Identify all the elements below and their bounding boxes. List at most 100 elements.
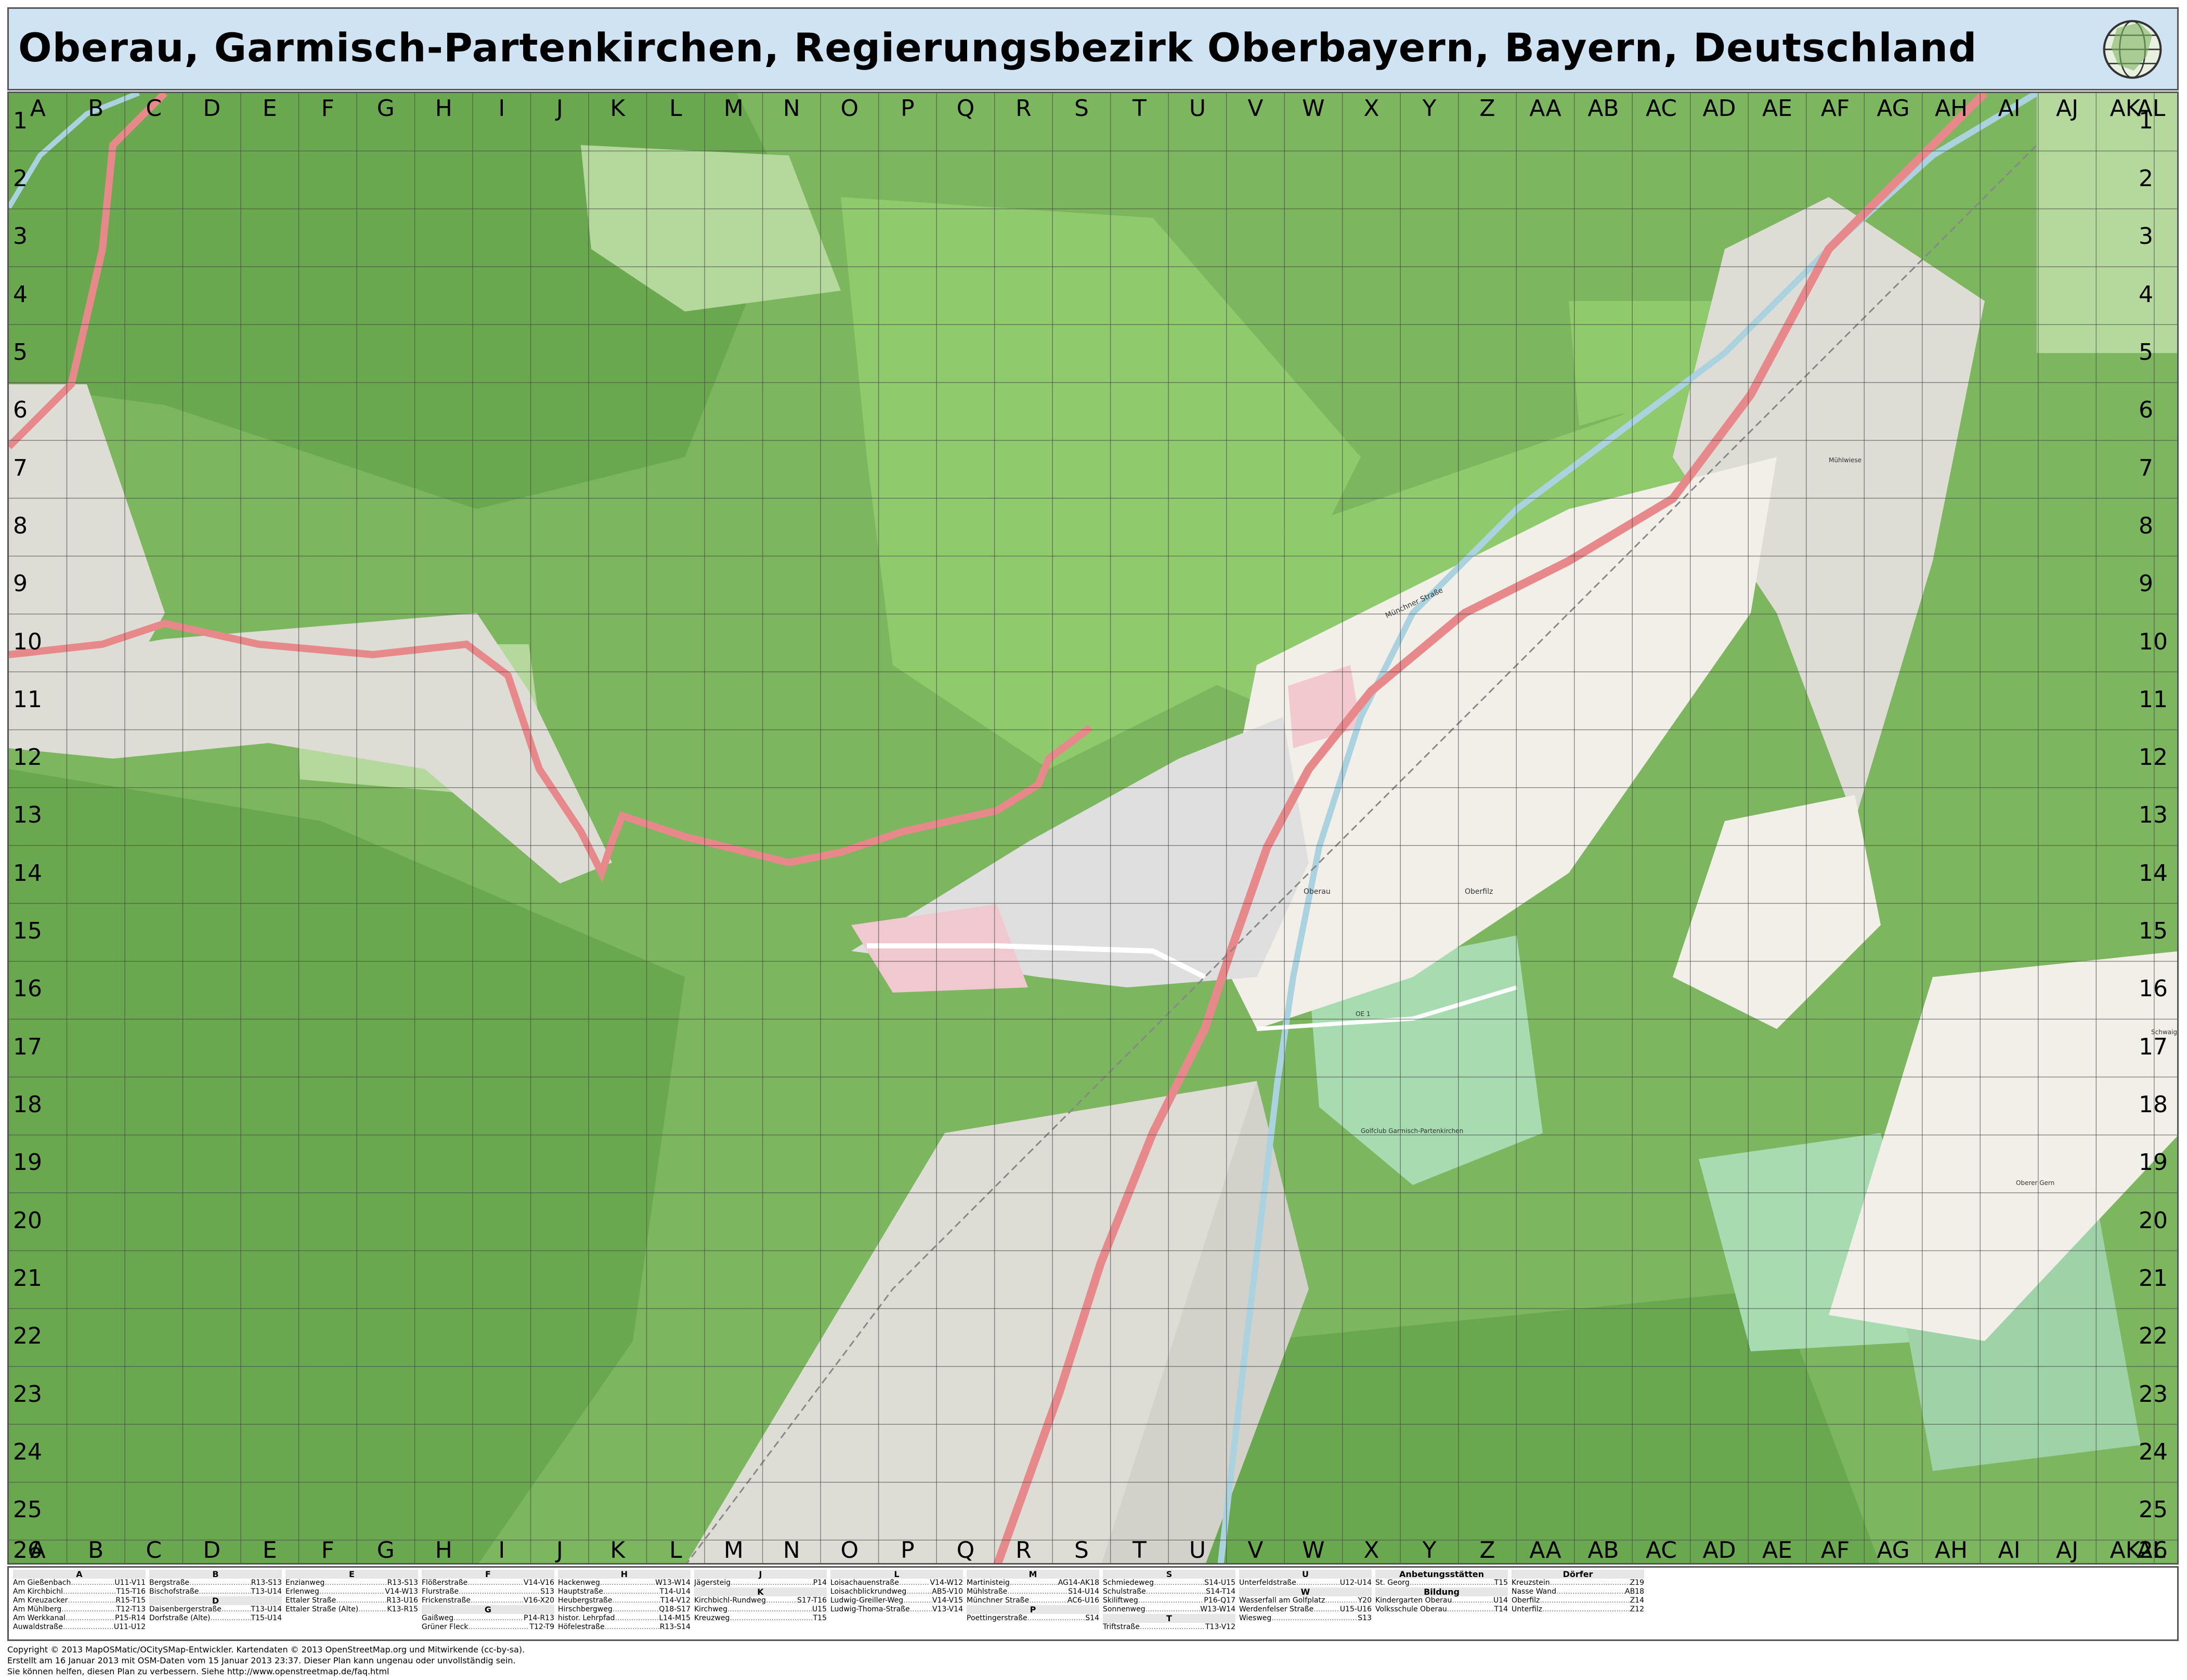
column-label: AF [1820, 1537, 1850, 1564]
index-entry[interactable]: Am Kreuzacker...........................… [13, 1596, 146, 1605]
index-entry[interactable]: Höfelestraße............................… [558, 1623, 691, 1632]
index-entry[interactable]: Loisachauenstraße.......................… [830, 1579, 963, 1587]
index-entry[interactable]: St. Georg...............................… [1375, 1579, 1508, 1587]
index-entry[interactable]: Daisenbergerstraße......................… [149, 1605, 282, 1614]
column-label: P [901, 1537, 915, 1564]
index-entry[interactable]: Jägersteig..............................… [694, 1579, 827, 1587]
index-entry[interactable]: Unterfilz...............................… [1512, 1605, 1644, 1614]
row-label: 22 [13, 1323, 42, 1350]
index-entry-leader: ........................................… [453, 1614, 524, 1622]
index-entry[interactable]: Heubergstraße...........................… [558, 1596, 691, 1605]
index-entry[interactable]: Kreuzweg................................… [694, 1614, 827, 1623]
index-entry[interactable]: Ettaler Straße (Alte)...................… [285, 1605, 418, 1614]
index-entry[interactable]: Ludwig-Thoma-Straße.....................… [830, 1605, 963, 1614]
index-entry-leader: ........................................… [727, 1605, 812, 1613]
index-entry[interactable]: Enzianweg...............................… [285, 1579, 418, 1587]
index-entry-square: Z14 [1630, 1596, 1644, 1605]
index-letter-heading: D [149, 1596, 282, 1605]
row-label: 15 [13, 918, 42, 945]
row-label: 10 [13, 628, 42, 655]
index-entry[interactable]: Kreuzstein..............................… [1512, 1579, 1644, 1587]
index-letter-heading: J [694, 1570, 827, 1579]
row-label: 21 [13, 1265, 42, 1292]
map-label-golf: Golfclub Garmisch-Partenkirchen [1361, 1127, 1463, 1135]
index-entry[interactable]: Hirschbergweg...........................… [558, 1605, 691, 1614]
index-entry-name: Kreuzstein [1512, 1579, 1550, 1587]
column-label: Z [1479, 95, 1495, 122]
index-entry[interactable]: Nasse Wand..............................… [1512, 1587, 1644, 1596]
index-entry[interactable]: Loisachblickrundweg.....................… [830, 1587, 963, 1596]
index-entry[interactable]: Frickenstraße...........................… [422, 1596, 554, 1605]
index-entry[interactable]: Dorfstraße (Alte).......................… [149, 1614, 282, 1623]
footer-created: Erstellt am 16 Januar 2013 mit OSM-Daten… [7, 1656, 516, 1665]
index-entry[interactable]: Flurstraße..............................… [422, 1587, 554, 1596]
index-entry-name: Werdenfelser Straße [1239, 1605, 1314, 1613]
index-entry[interactable]: Schulstraße.............................… [1103, 1587, 1235, 1596]
index-entry[interactable]: Am Kirchbichl...........................… [13, 1587, 146, 1596]
index-entry[interactable]: Münchner Straße.........................… [967, 1596, 1099, 1605]
index-entry[interactable]: Gaißweg.................................… [422, 1614, 554, 1623]
index-entry-leader: ........................................… [65, 1614, 115, 1622]
index-entry[interactable]: Ettaler Straße..........................… [285, 1596, 418, 1605]
index-entry[interactable]: Bergstraße..............................… [149, 1579, 282, 1587]
index-entry-name: Flößerstraße [422, 1579, 468, 1587]
index-entry-leader: ........................................… [1452, 1596, 1493, 1605]
index-entry-leader: ........................................… [612, 1605, 659, 1613]
index-entry[interactable]: Sonnenweg...............................… [1103, 1605, 1235, 1614]
index-entry[interactable]: Martinisteig............................… [967, 1579, 1099, 1587]
index-entry[interactable]: Bischofstraße...........................… [149, 1587, 282, 1596]
index-entry-name: Schulstraße [1103, 1587, 1146, 1596]
column-label: E [262, 95, 277, 122]
index-entry[interactable]: histor. Lehrpfad........................… [558, 1614, 691, 1623]
index-entry[interactable]: Wiesweg.................................… [1239, 1614, 1372, 1623]
index-entry[interactable]: Wasserfall am Golfplatz.................… [1239, 1596, 1372, 1605]
column-label: G [376, 95, 395, 122]
index-entry[interactable]: Auwaldstraße............................… [13, 1623, 146, 1632]
index-entry-square: S14-T14 [1206, 1587, 1235, 1596]
column-label: P [901, 95, 915, 122]
index-entry[interactable]: Kirchbichl-Rundweg......................… [694, 1596, 827, 1605]
street-index: AAm Gießenbach..........................… [7, 1566, 2179, 1641]
index-entry[interactable]: Werdenfelser Straße.....................… [1239, 1605, 1372, 1614]
index-column: UUnterfeldstraße........................… [1239, 1570, 1372, 1623]
index-entry-square: T14 [1494, 1605, 1508, 1613]
index-entry-square: P14 [813, 1579, 827, 1587]
column-label: AJ [2056, 95, 2079, 122]
map-canvas[interactable]: Oberau Münchner Straße Oberfilz Golfclub… [9, 93, 2179, 1565]
index-entry[interactable]: Ludwig-Greiller-Weg.....................… [830, 1596, 963, 1605]
index-entry-name: Kirchweg [694, 1605, 728, 1613]
index-entry[interactable]: Am Werkkanal............................… [13, 1614, 146, 1623]
index-entry-name: Daisenbergerstraße [149, 1605, 222, 1613]
index-entry-square: W13-W14 [655, 1579, 691, 1587]
index-entry-name: Hirschbergweg [558, 1605, 613, 1613]
index-entry[interactable]: Am Mühlberg.............................… [13, 1605, 146, 1614]
row-label: 5 [13, 338, 28, 366]
index-entry-square: U14 [1493, 1596, 1508, 1605]
index-entry[interactable]: Schmiedeweg.............................… [1103, 1579, 1235, 1587]
index-entry[interactable]: Oberfilz................................… [1512, 1596, 1644, 1605]
column-label: N [783, 95, 800, 122]
index-entry[interactable]: Flößerstraße............................… [422, 1579, 554, 1587]
column-label: X [1363, 95, 1379, 122]
index-entry-name: Kindergarten Oberau [1375, 1596, 1452, 1605]
column-label: O [840, 95, 859, 122]
column-label: B [88, 95, 104, 122]
map-area[interactable]: Oberau Münchner Straße Oberfilz Golfclub… [7, 92, 2179, 1565]
index-entry[interactable]: Volksschule Oberau......................… [1375, 1605, 1508, 1614]
index-entry[interactable]: Kindergarten Oberau.....................… [1375, 1596, 1508, 1605]
column-label: H [435, 1537, 452, 1564]
row-label: 7 [2139, 454, 2153, 481]
index-entry[interactable]: Skiliftweg..............................… [1103, 1596, 1235, 1605]
index-entry[interactable]: Erlenweg................................… [285, 1587, 418, 1596]
index-entry[interactable]: Unterfeldstraße.........................… [1239, 1579, 1372, 1587]
index-entry[interactable]: Kirchweg................................… [694, 1605, 827, 1614]
index-entry[interactable]: Hauptstraße.............................… [558, 1587, 691, 1596]
row-label: 19 [2139, 1149, 2168, 1176]
column-label: AB [1587, 1537, 1619, 1564]
index-entry[interactable]: Triftstraße.............................… [1103, 1623, 1235, 1632]
index-entry[interactable]: Am Gießenbach...........................… [13, 1579, 146, 1587]
index-entry[interactable]: Grüner Fleck............................… [422, 1623, 554, 1632]
index-entry[interactable]: Poettingerstraße........................… [967, 1614, 1099, 1623]
index-entry[interactable]: Hackenweg...............................… [558, 1579, 691, 1587]
index-entry[interactable]: Mühlstraße..............................… [967, 1587, 1099, 1596]
